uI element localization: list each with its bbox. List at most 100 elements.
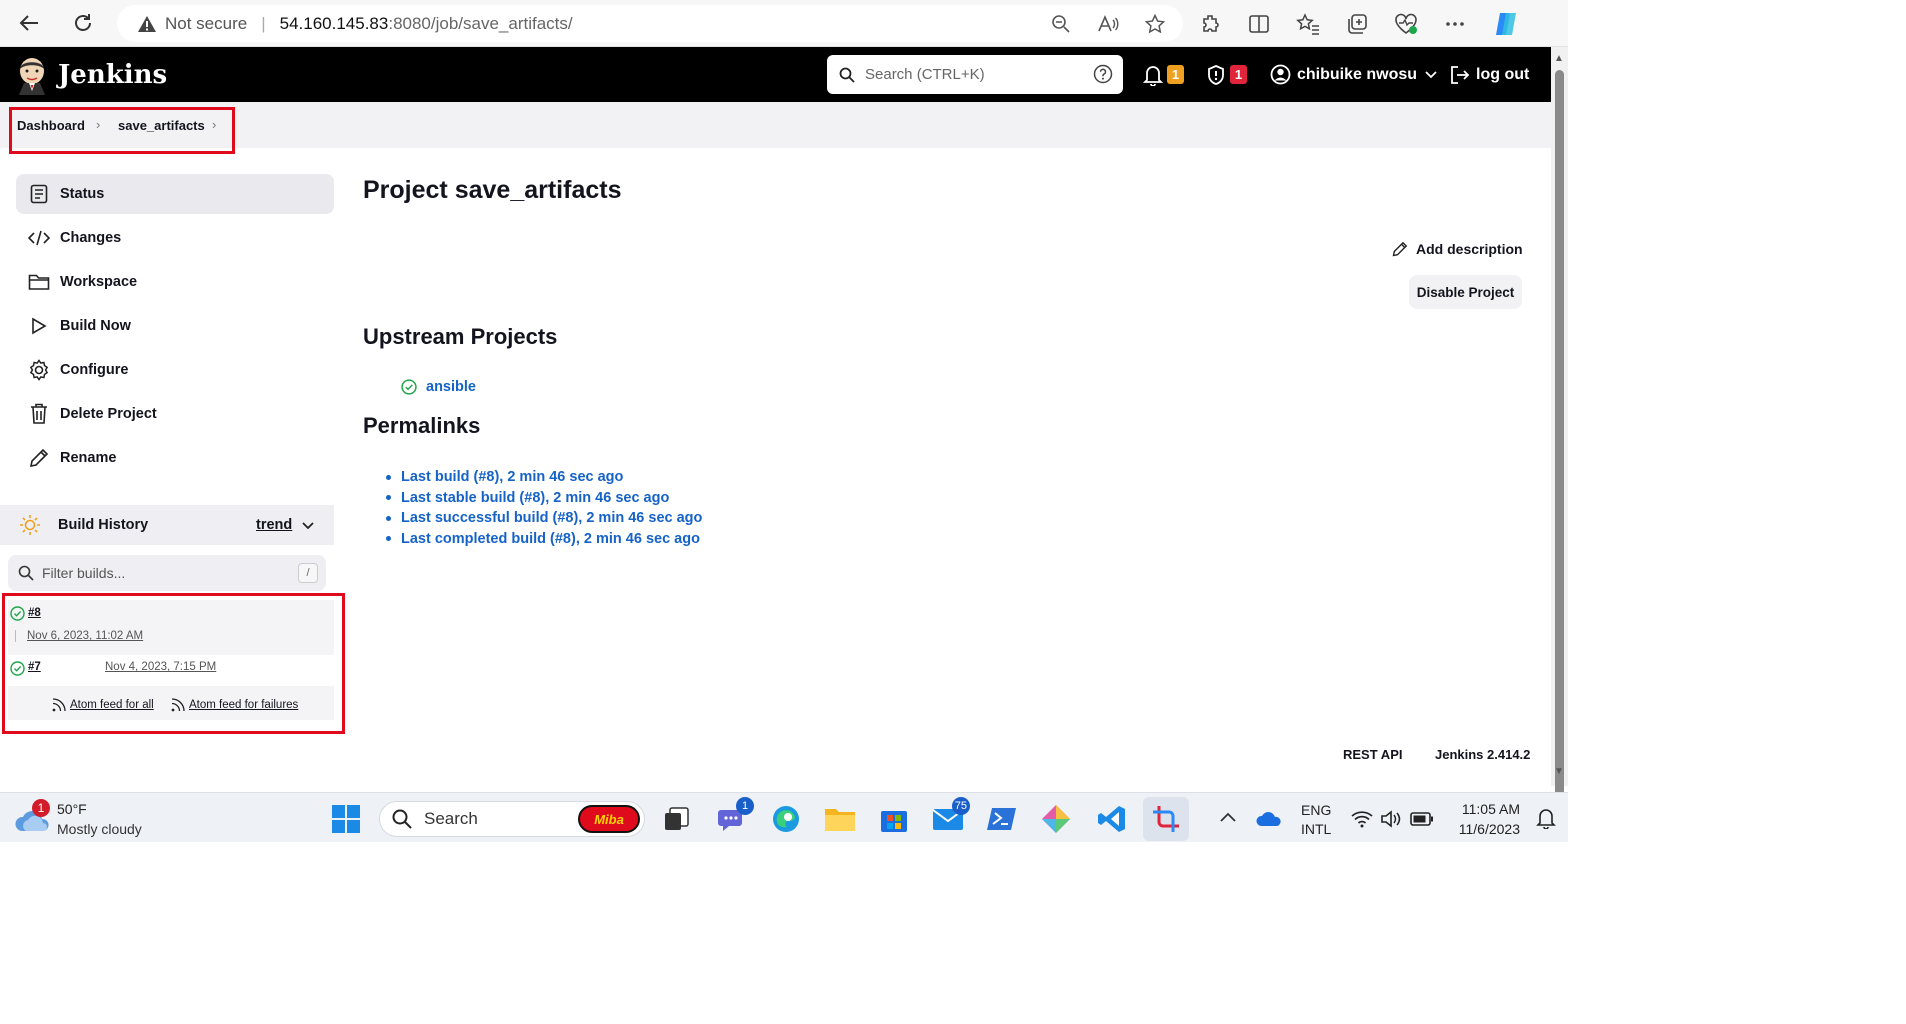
permalink-last-successful-build[interactable]: Last successful build (#8), 2 min 46 sec… [386, 508, 702, 529]
scroll-up-icon[interactable]: ▲ [1554, 53, 1564, 64]
weather-badge: 1 [32, 799, 50, 817]
filter-shortcut-key: / [298, 563, 318, 583]
store-app[interactable] [878, 803, 910, 835]
scroll-thumb[interactable] [1555, 70, 1564, 801]
zoom-out-icon[interactable] [1051, 14, 1071, 34]
task-view-icon [665, 807, 689, 830]
user-name: chibuike nwosu [1297, 65, 1418, 83]
back-button[interactable] [14, 8, 44, 38]
breadcrumb-chevron-icon[interactable]: › [96, 117, 100, 132]
notification-bell-icon[interactable] [1536, 807, 1556, 829]
jenkins-version-link[interactable]: Jenkins 2.414.2 [1435, 747, 1530, 762]
scroll-down-icon[interactable]: ▼ [1554, 766, 1564, 777]
clock-time[interactable]: 11:05 AM [1440, 801, 1520, 817]
keyboard-layout[interactable]: INTL [1301, 821, 1331, 837]
permalink-last-build[interactable]: Last build (#8), 2 min 46 sec ago [386, 467, 702, 488]
sidebar-item-label: Delete Project [60, 406, 157, 422]
notifications-button[interactable]: 1 [1143, 47, 1184, 102]
split-screen-icon[interactable] [1248, 13, 1270, 35]
weather-description[interactable]: Mostly cloudy [57, 821, 142, 837]
battery-icon[interactable] [1410, 812, 1434, 826]
security-button[interactable]: 1 [1206, 47, 1247, 102]
windows-logo-icon [332, 805, 360, 833]
page-scrollbar[interactable]: ▲ ▼ [1551, 47, 1568, 801]
not-secure-label[interactable]: Not secure [165, 14, 247, 34]
weather-temperature[interactable]: 50°F [57, 801, 87, 817]
sidebar-item-label: Build Now [60, 318, 131, 334]
bell-icon [1143, 65, 1163, 86]
sidebar-item-configure[interactable]: Configure [16, 350, 334, 390]
task-view-button[interactable] [660, 803, 692, 835]
taskbar-search-label: Search [424, 809, 478, 828]
clock-date[interactable]: 11/6/2023 [1440, 821, 1520, 837]
edge-browser-icon [773, 806, 799, 832]
address-bar[interactable]: Not secure | 54.160.145.83:8080/job/save… [117, 5, 1183, 42]
sidebar-item-rename[interactable]: Rename [16, 438, 334, 478]
breadcrumb-save-artifacts[interactable]: save_artifacts [118, 118, 205, 133]
permalink-last-completed-build[interactable]: Last completed build (#8), 2 min 46 sec … [386, 529, 702, 550]
upstream-project-label: ansible [426, 379, 476, 395]
add-description-link[interactable]: Add description [1392, 241, 1523, 257]
chevron-down-icon[interactable] [302, 522, 314, 530]
permalink-last-stable-build[interactable]: Last stable build (#8), 2 min 46 sec ago [386, 488, 702, 509]
sidebar-item-workspace[interactable]: Workspace [16, 262, 334, 302]
weather-widget[interactable]: 1 [14, 799, 52, 837]
jenkins-search[interactable] [827, 55, 1123, 94]
teams-app[interactable]: 1 [716, 797, 754, 835]
browser-essentials-icon[interactable] [1394, 13, 1418, 35]
sidebar-item-build-now[interactable]: Build Now [16, 306, 334, 346]
filter-builds-input[interactable] [42, 565, 282, 581]
mail-app[interactable]: 75 [932, 797, 970, 835]
sidebar-item-status[interactable]: Status [16, 174, 334, 214]
build-history-title: Build History [58, 517, 149, 533]
rest-api-link[interactable]: REST API [1343, 747, 1402, 762]
permalinks-list: Last build (#8), 2 min 46 sec ago Last s… [386, 467, 702, 549]
snipping-tool-app[interactable] [1143, 797, 1189, 841]
refresh-button[interactable] [68, 8, 98, 38]
breadcrumb-chevron-icon[interactable]: › [212, 117, 216, 132]
taskbar-search[interactable]: Search Miba [379, 801, 645, 837]
store-icon [881, 811, 907, 832]
search-input[interactable] [865, 66, 1085, 83]
read-aloud-icon[interactable] [1097, 14, 1119, 34]
copilot-icon[interactable] [1492, 10, 1520, 38]
vscode-icon [1098, 806, 1125, 832]
user-menu[interactable]: chibuike nwosu [1270, 47, 1437, 102]
favorite-star-icon[interactable] [1145, 13, 1165, 34]
sidebar-item-delete-project[interactable]: Delete Project [16, 394, 334, 434]
start-button[interactable] [330, 803, 362, 835]
user-avatar-icon [1270, 64, 1291, 85]
volume-icon[interactable] [1380, 810, 1402, 828]
extensions-icon[interactable] [1200, 13, 1222, 35]
vscode-app[interactable] [1096, 803, 1128, 835]
collections-icon[interactable] [1346, 13, 1368, 35]
onedrive-cloud-icon[interactable] [1256, 809, 1282, 827]
help-icon[interactable] [1093, 64, 1113, 84]
upstream-project-link[interactable]: ansible [401, 379, 476, 395]
edge-app[interactable] [770, 803, 802, 835]
notifications-badge: 1 [1167, 65, 1184, 84]
upstream-projects-title: Upstream Projects [363, 324, 558, 349]
jenkins-logo-link[interactable]: Jenkins [16, 55, 167, 95]
miba-search-highlight: Miba [578, 805, 640, 833]
favorites-icon[interactable] [1296, 12, 1320, 35]
filter-builds[interactable]: / [8, 555, 326, 591]
more-options-icon[interactable] [1444, 13, 1466, 35]
breadcrumb-dashboard[interactable]: Dashboard [17, 118, 85, 133]
trend-link[interactable]: trend [256, 517, 292, 533]
language-indicator[interactable]: ENG [1301, 802, 1331, 818]
status-icon [28, 183, 50, 205]
logout-link[interactable]: log out [1449, 47, 1529, 102]
disable-project-button[interactable]: Disable Project [1409, 275, 1522, 309]
git-app[interactable] [1040, 803, 1072, 835]
chevron-up-icon[interactable] [1220, 812, 1236, 822]
sidebar-item-changes[interactable]: Changes [16, 218, 334, 258]
trash-icon [28, 403, 50, 425]
wifi-icon[interactable] [1351, 810, 1373, 828]
terminal-app[interactable] [986, 803, 1018, 835]
browser-extensions [1200, 0, 1520, 47]
snipping-tool-icon [1153, 806, 1179, 832]
sidebar-item-label: Rename [60, 450, 117, 466]
file-explorer-app[interactable] [824, 803, 856, 835]
build-history-highlight [2, 593, 345, 734]
